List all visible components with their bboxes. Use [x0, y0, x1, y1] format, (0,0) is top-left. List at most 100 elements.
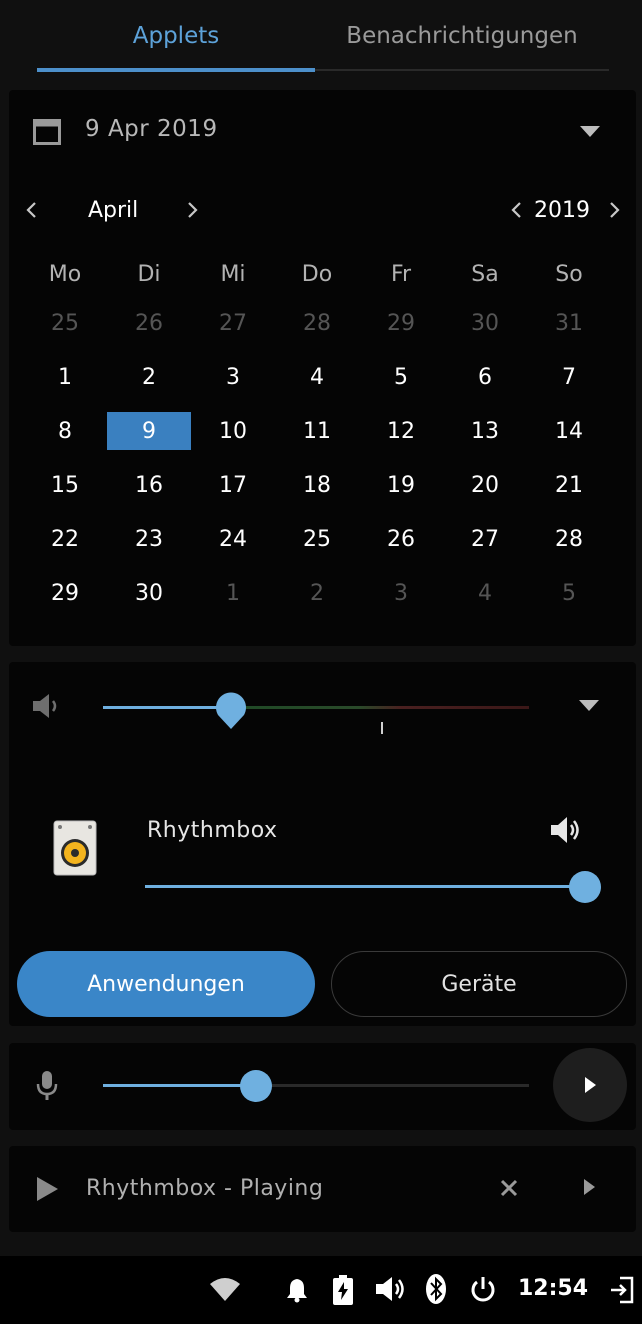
tab-notifications[interactable]: Benachrichtigungen	[315, 0, 609, 72]
logout-icon[interactable]	[608, 1274, 636, 1306]
applications-button[interactable]: Anwendungen	[17, 951, 315, 1017]
app-volume-speaker-icon[interactable]	[548, 813, 584, 847]
calendar-day-other-month[interactable]: 5	[527, 566, 611, 620]
calendar-day[interactable]: 15	[23, 458, 107, 512]
weekday-label: Fr	[390, 261, 412, 287]
next-month-icon[interactable]	[182, 197, 204, 223]
calendar-day-other-month[interactable]: 4	[443, 566, 527, 620]
app-stream-name: Rhythmbox	[147, 818, 278, 843]
microphone-volume-slider[interactable]	[103, 1069, 529, 1103]
calendar-day[interactable]: 1	[23, 350, 107, 404]
master-volume-knob[interactable]	[215, 691, 247, 731]
calendar-day[interactable]: 13	[443, 404, 527, 458]
calendar-day[interactable]: 16	[107, 458, 191, 512]
calendar-week: 1 2 3 4 5 6 7	[23, 350, 611, 404]
calendar-day[interactable]: 22	[23, 512, 107, 566]
calendar-day-other-month[interactable]: 2	[275, 566, 359, 620]
bell-icon[interactable]	[284, 1275, 310, 1305]
calendar-day[interactable]: 7	[527, 350, 611, 404]
calendar-day-other-month[interactable]: 25	[23, 296, 107, 350]
speaker-muted-icon[interactable]	[30, 690, 64, 722]
weekday-label: Mo	[48, 261, 82, 287]
month-label: April	[88, 198, 139, 223]
calendar-day[interactable]: 24	[191, 512, 275, 566]
year-label: 2019	[534, 198, 590, 223]
prev-month-icon[interactable]	[20, 197, 42, 223]
calendar-day[interactable]: 10	[191, 404, 275, 458]
calendar-day[interactable]: 8	[23, 404, 107, 458]
calendar-day-other-month[interactable]: 3	[359, 566, 443, 620]
calendar-week: 15 16 17 18 19 20 21	[23, 458, 611, 512]
power-icon[interactable]	[469, 1274, 497, 1304]
calendar-day-other-month[interactable]: 27	[191, 296, 275, 350]
wifi-icon[interactable]	[208, 1274, 242, 1306]
calendar-day-other-month[interactable]: 28	[275, 296, 359, 350]
sound-expand-icon[interactable]	[576, 698, 602, 714]
devices-button[interactable]: Geräte	[331, 951, 627, 1017]
calendar-day[interactable]: 17	[191, 458, 275, 512]
mic-volume-knob[interactable]	[240, 1070, 272, 1102]
selected-date-label[interactable]: 9 Apr 2019	[85, 116, 218, 142]
calendar-day[interactable]: 21	[527, 458, 611, 512]
calendar-day[interactable]: 23	[107, 512, 191, 566]
calendar-day[interactable]: 3	[191, 350, 275, 404]
weekday-label: So	[555, 261, 583, 287]
calendar-day-other-month[interactable]: 1	[191, 566, 275, 620]
app-volume-slider[interactable]	[145, 870, 601, 904]
calendar-week: 25 26 27 28 29 30 31	[23, 296, 611, 350]
master-volume-fill	[103, 706, 231, 709]
calendar-day[interactable]: 20	[443, 458, 527, 512]
calendar-day[interactable]: 28	[527, 512, 611, 566]
calendar-day[interactable]: 12	[359, 404, 443, 458]
calendar-week: 29 30 1 2 3 4 5	[23, 566, 611, 620]
calendar-day[interactable]: 30	[107, 566, 191, 620]
media-expand-icon[interactable]	[578, 1176, 600, 1198]
microphone-expand-button[interactable]	[553, 1048, 627, 1122]
calendar-day[interactable]: 6	[443, 350, 527, 404]
calendar-day[interactable]: 26	[359, 512, 443, 566]
bluetooth-icon[interactable]	[423, 1272, 449, 1306]
calendar-expand-icon[interactable]	[578, 122, 602, 142]
calendar-day-other-month[interactable]: 31	[527, 296, 611, 350]
app-volume-fill	[145, 885, 585, 888]
speaker-icon[interactable]	[373, 1274, 409, 1304]
calendar-day[interactable]: 29	[23, 566, 107, 620]
weekday-label: Sa	[471, 261, 499, 287]
battery-charging-icon[interactable]	[331, 1274, 355, 1306]
tab-applets[interactable]: Applets	[37, 0, 315, 72]
calendar-day[interactable]: 11	[275, 404, 359, 458]
rhythmbox-app-icon	[52, 819, 98, 877]
calendar-day-other-month[interactable]: 26	[107, 296, 191, 350]
calendar-day[interactable]: 5	[359, 350, 443, 404]
microphone-icon[interactable]	[33, 1068, 61, 1104]
tab-bar: Applets Benachrichtigungen	[37, 0, 609, 74]
calendar-icon	[32, 117, 62, 147]
mic-volume-fill	[103, 1084, 256, 1087]
calendar-day-other-month[interactable]: 30	[443, 296, 527, 350]
calendar-day[interactable]: 2	[107, 350, 191, 404]
calendar-day-today[interactable]: 9	[107, 404, 191, 458]
weekday-label: Di	[137, 261, 161, 287]
app-volume-knob[interactable]	[569, 871, 601, 903]
weekday-label: Do	[301, 261, 333, 287]
close-icon[interactable]	[497, 1176, 521, 1200]
calendar-grid: Mo Di Mi Do Fr Sa So 25 26 27 28 29 30 3…	[23, 252, 611, 620]
calendar-day[interactable]: 27	[443, 512, 527, 566]
applets-panel: Applets Benachrichtigungen 9 Apr 2019 Ap…	[0, 0, 642, 1256]
calendar-day[interactable]: 19	[359, 458, 443, 512]
calendar-day[interactable]: 25	[275, 512, 359, 566]
weekday-header: Mo Di Mi Do Fr Sa So	[23, 252, 611, 296]
play-icon[interactable]	[34, 1175, 60, 1203]
calendar-day[interactable]: 18	[275, 458, 359, 512]
calendar-day[interactable]: 14	[527, 404, 611, 458]
master-volume-slider[interactable]	[103, 690, 529, 734]
calendar-day-today-label: 9	[142, 418, 156, 444]
chevron-right-icon	[585, 1077, 596, 1093]
calendar-day[interactable]: 4	[275, 350, 359, 404]
next-year-icon[interactable]	[604, 197, 626, 223]
calendar-day-other-month[interactable]: 29	[359, 296, 443, 350]
volume-100-marker	[381, 722, 383, 734]
clock[interactable]: 12:54	[518, 1276, 588, 1301]
media-status-label: Rhythmbox - Playing	[86, 1176, 324, 1201]
prev-year-icon[interactable]	[505, 197, 527, 223]
